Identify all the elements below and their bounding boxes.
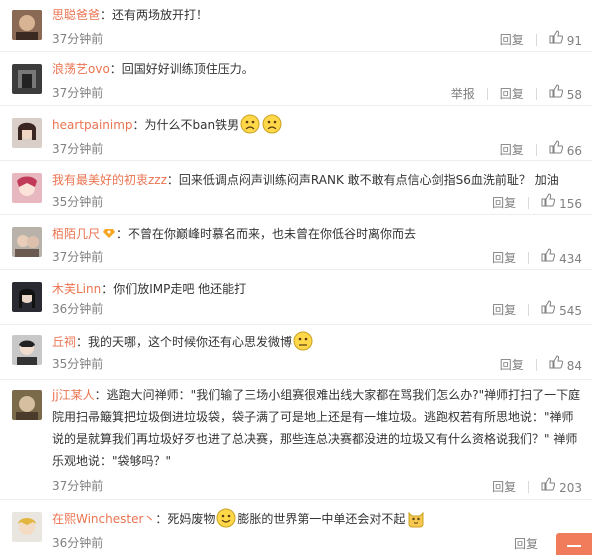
comment-item: heartpainimp：为什么不ban铁男 37分钟前 回复 66: [0, 106, 592, 161]
avatar[interactable]: [12, 173, 42, 203]
avatar[interactable]: [12, 335, 42, 365]
comment-item: jj江某人：逃跑大问禅师："我们输了三场小组赛很难出线大家都在骂我们怎么办?"禅…: [0, 380, 592, 500]
comment-item: 我有最美好的初衷zzz：回来低调点闷声训练闷声RANK 敢不敢有点信心剑指S6血…: [0, 161, 592, 215]
reply-button[interactable]: 回复: [514, 535, 538, 553]
minus-icon: [567, 545, 581, 547]
cat-face-emoji-icon: [408, 511, 424, 528]
like-button[interactable]: 156: [541, 193, 582, 213]
thumbs-up-icon: [549, 84, 563, 98]
comment-time: 36分钟前: [52, 536, 104, 550]
comment-text-continued: 膨胀的世界第一中单还会对不起: [237, 512, 406, 526]
like-button[interactable]: 545: [541, 300, 582, 320]
comment-text: ：你们放IMP走吧 他还能打: [101, 282, 247, 296]
like-button[interactable]: 434: [541, 248, 582, 268]
divider: [528, 480, 530, 493]
comment-time: 35分钟前: [52, 195, 104, 209]
comment-username[interactable]: 栢陌几尺: [52, 227, 100, 241]
comment-time: 37分钟前: [52, 86, 104, 100]
reply-button[interactable]: 回复: [492, 249, 516, 267]
reply-button[interactable]: 回复: [492, 194, 516, 212]
comment-username[interactable]: 我有最美好的初衷zzz: [52, 173, 167, 187]
report-button[interactable]: 举报: [451, 85, 475, 103]
comment-text: ：还有两场放开打！: [100, 8, 209, 22]
like-button[interactable]: 84: [549, 355, 582, 375]
smile-face-emoji-icon: [216, 508, 236, 528]
comment-time: 36分钟前: [52, 302, 104, 316]
like-button[interactable]: 203: [541, 477, 582, 497]
comment-item: 在熙Winchester丶：死妈废物 膨胀的世界第一中单还会对不起 36分钟前 回…: [0, 500, 592, 555]
like-count: 91: [566, 33, 582, 48]
like-count: 156: [559, 196, 582, 211]
avatar[interactable]: [12, 64, 42, 94]
comment-text: ：我的天哪，这个时候你还有心思发微博: [76, 335, 293, 349]
comment-item: 浪荡艺ovo：回国好好训练顶住压力。 37分钟前 举报 回复 58: [0, 52, 592, 106]
comment-username[interactable]: 浪荡艺ovo: [52, 62, 110, 76]
reply-button[interactable]: 回复: [500, 85, 524, 103]
divider: [528, 251, 530, 264]
comment-username[interactable]: 丘祠: [52, 335, 76, 349]
comment-text: ：不曾在你巅峰时慕名而来，也未曾在你低谷时离你而去: [116, 227, 417, 241]
reply-button[interactable]: 回复: [500, 356, 524, 374]
comment-username[interactable]: 在熙Winchester丶: [52, 512, 155, 526]
avatar[interactable]: [12, 118, 42, 148]
avatar[interactable]: [12, 227, 42, 257]
divider: [535, 33, 537, 46]
avatar[interactable]: [12, 10, 42, 40]
comment-username[interactable]: 木芙Linn: [52, 282, 101, 296]
thumbs-up-icon: [541, 300, 556, 314]
thumbs-up-icon: [541, 477, 556, 491]
comment-time: 37分钟前: [52, 142, 104, 156]
like-count: 66: [566, 143, 582, 158]
comment-item: 木芙Linn：你们放IMP走吧 他还能打 36分钟前 回复 545: [0, 270, 592, 325]
thumbs-up-icon: [541, 248, 556, 262]
reply-button[interactable]: 回复: [500, 141, 524, 159]
reply-button[interactable]: 回复: [500, 31, 524, 49]
scroll-top-button[interactable]: [556, 533, 592, 555]
like-count: 203: [559, 480, 582, 495]
divider: [535, 143, 537, 156]
like-count: 434: [559, 251, 582, 266]
like-count: 58: [566, 87, 582, 102]
divider: [535, 87, 537, 100]
like-button[interactable]: 58: [549, 84, 582, 104]
vip-badge-icon: [103, 229, 116, 238]
comment-text: ：回国好好训练顶住压力。: [109, 62, 254, 76]
avatar[interactable]: [12, 390, 42, 420]
comment-time: 37分钟前: [52, 479, 104, 493]
comment-time: 37分钟前: [52, 250, 104, 264]
like-count: 545: [559, 303, 582, 318]
comment-item: 思聪爸爸：还有两场放开打！ 37分钟前 回复 91: [0, 0, 592, 52]
awkward-face-emoji-icon: [293, 331, 313, 351]
avatar[interactable]: [12, 282, 42, 312]
comment-username[interactable]: heartpainimp: [52, 118, 133, 132]
avatar[interactable]: [12, 512, 42, 542]
comment-text: ：逃跑大问禅师："我们输了三场小组赛很难出线大家都在骂我们怎么办?"禅师打扫了一…: [52, 388, 581, 468]
comment-time: 37分钟前: [52, 32, 104, 46]
thumbs-up-icon: [549, 355, 563, 369]
thumbs-up-icon: [541, 193, 556, 207]
like-button[interactable]: 66: [549, 140, 582, 160]
comment-text: ：死妈废物: [155, 512, 216, 526]
comment-text: ：为什么不ban铁男: [132, 118, 240, 132]
reply-button[interactable]: 回复: [492, 478, 516, 496]
reply-button[interactable]: 回复: [492, 301, 516, 319]
like-button[interactable]: 91: [549, 30, 582, 50]
sad-face-emoji-icon: [262, 114, 282, 134]
sad-face-emoji-icon: [240, 114, 260, 134]
comment-item: 栢陌几尺 ：不曾在你巅峰时慕名而来，也未曾在你低谷时离你而去 37分钟前 回复 43…: [0, 215, 592, 270]
like-count: 84: [566, 358, 582, 373]
divider: [486, 87, 488, 100]
comment-username[interactable]: jj江某人: [52, 388, 95, 402]
thumbs-up-icon: [549, 30, 563, 44]
divider: [535, 358, 537, 371]
divider: [528, 303, 530, 316]
thumbs-up-icon: [549, 140, 563, 154]
comment-item: 丘祠：我的天哪，这个时候你还有心思发微博 35分钟前 回复 84: [0, 325, 592, 380]
divider: [528, 196, 530, 209]
comment-time: 35分钟前: [52, 357, 104, 371]
comment-username[interactable]: 思聪爸爸: [52, 8, 100, 22]
comment-text: ：回来低调点闷声训练闷声RANK 敢不敢有点信心剑指S6血洗前耻？ 加油: [166, 173, 559, 187]
